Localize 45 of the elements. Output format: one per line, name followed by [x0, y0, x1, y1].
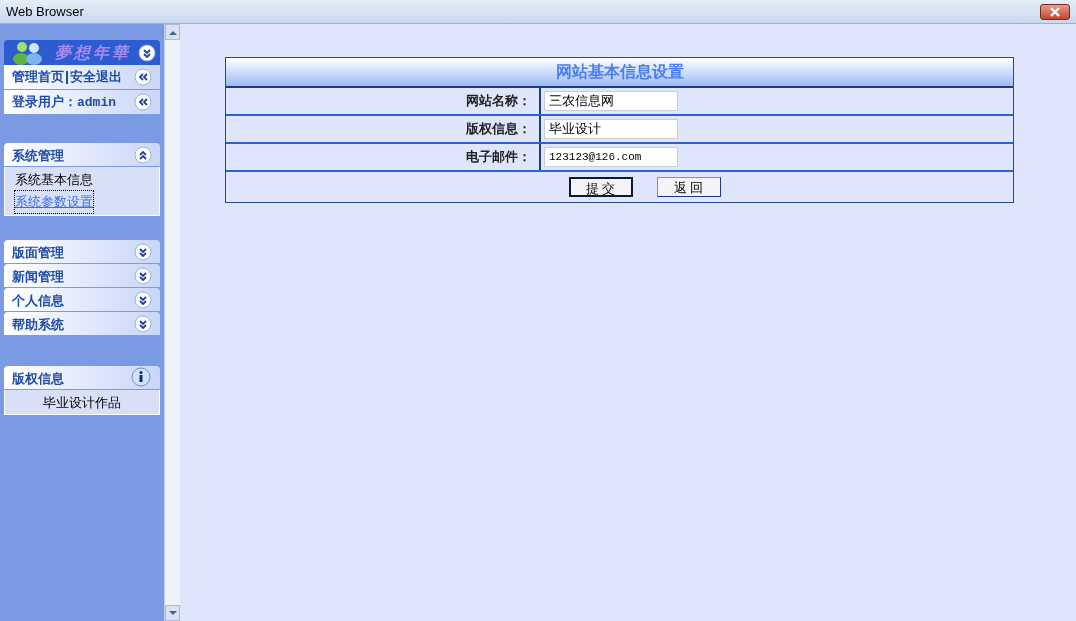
menu-title: 系统管理 — [12, 146, 64, 165]
double-chevron-down-icon[interactable] — [134, 242, 152, 261]
double-chevron-down-icon[interactable] — [138, 43, 156, 62]
window-title: Web Browser — [6, 2, 84, 21]
menu-header[interactable]: 新闻管理 — [4, 264, 160, 288]
scrollbar[interactable] — [164, 24, 180, 621]
submenu-link[interactable]: 系统基本信息 — [15, 169, 93, 191]
menu-header[interactable]: 版面管理 — [4, 240, 160, 264]
table-title: 网站基本信息设置 — [555, 62, 684, 82]
double-chevron-up-icon[interactable] — [134, 145, 152, 164]
arrow-up-icon — [168, 29, 177, 35]
close-button[interactable] — [1040, 3, 1070, 20]
field-label: 电子邮件： — [466, 148, 531, 167]
scroll-down-button[interactable] — [165, 605, 180, 621]
double-chevron-down-icon[interactable] — [134, 266, 152, 285]
menu-title: 个人信息 — [12, 291, 64, 310]
menu-header[interactable]: 系统管理 — [4, 143, 160, 167]
close-icon — [1049, 6, 1061, 17]
menu-title: 版权信息 — [12, 369, 64, 388]
field-label: 网站名称： — [466, 92, 531, 111]
logout-link[interactable]: 安全退出 — [70, 67, 122, 87]
menu-title: 帮助系统 — [12, 315, 64, 334]
submit-button[interactable]: 提 交 — [568, 177, 633, 197]
arrow-down-icon — [168, 610, 177, 616]
menu-header[interactable]: 版权信息 — [4, 366, 160, 390]
user-label: 登录用户：admin — [12, 92, 116, 112]
back-button[interactable]: 返 回 — [656, 177, 721, 197]
scroll-up-button[interactable] — [165, 24, 180, 40]
menu-title: 版面管理 — [12, 243, 64, 262]
double-chevron-down-icon[interactable] — [134, 290, 152, 309]
double-chevron-left-icon[interactable] — [134, 68, 152, 86]
logo-text: 夢想年華 — [55, 41, 131, 64]
info-text: 毕业设计作品 — [43, 395, 121, 410]
submenu-link[interactable]: 系统参数设置 — [15, 191, 93, 213]
home-link[interactable]: 管理首页 — [12, 67, 64, 87]
double-chevron-down-icon[interactable] — [134, 314, 152, 333]
text-field[interactable]: 123123@126.com — [544, 147, 678, 167]
menu-header[interactable]: 帮助系统 — [4, 312, 160, 336]
text-field[interactable]: 毕业设计 — [544, 119, 678, 139]
field-label: 版权信息： — [466, 120, 531, 139]
info-icon — [130, 366, 152, 389]
double-chevron-left-icon[interactable] — [134, 93, 152, 111]
menu-header[interactable]: 个人信息 — [4, 288, 160, 312]
text-field[interactable]: 三农信息网 — [544, 91, 678, 111]
menu-title: 新闻管理 — [12, 267, 64, 286]
